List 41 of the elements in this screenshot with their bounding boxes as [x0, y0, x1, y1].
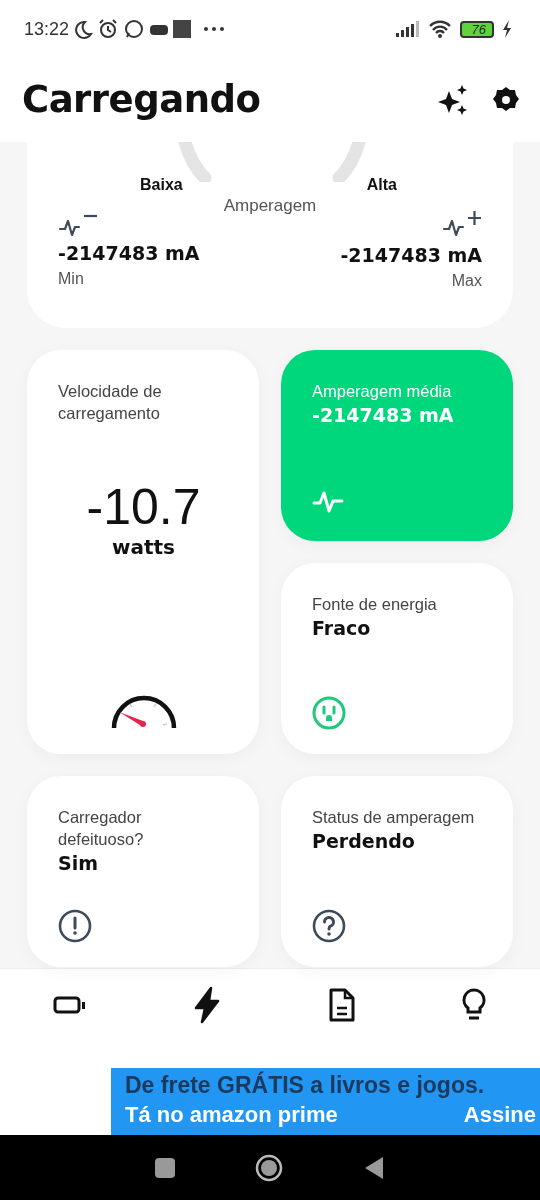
battery-level: 76	[459, 20, 494, 38]
exclamation-icon	[58, 909, 92, 943]
card-label: Velocidade de carregamento	[58, 381, 163, 424]
back-icon[interactable]	[363, 1155, 385, 1180]
moon-icon	[73, 19, 94, 39]
ad-tagline: Tá no amazon prime	[125, 1101, 338, 1129]
clock-time: 13:22	[24, 17, 70, 41]
card-label: Carregador defeituoso?	[58, 807, 145, 850]
reading-label: Max	[451, 271, 482, 291]
recent-apps-icon[interactable]	[155, 1157, 175, 1178]
speed-value: -10.7	[86, 482, 201, 532]
card-value: Sim	[58, 851, 99, 876]
home-icon[interactable]	[255, 1153, 283, 1182]
card-label: Status de amperagem	[312, 807, 476, 828]
reading-value: -2147483 mA	[340, 242, 482, 268]
square-icon	[173, 20, 192, 38]
ad-headline: De frete GRÁTIS a livros e jogos.	[125, 1070, 486, 1100]
sparkle-icon[interactable]	[438, 85, 468, 115]
settings-icon[interactable]	[492, 86, 520, 114]
document-icon[interactable]	[327, 987, 356, 1022]
reading-label: Min	[58, 269, 85, 289]
card-value: -2147483 mA	[312, 403, 455, 428]
card-label: Fonte de energia	[312, 594, 438, 615]
gauge-high-label: Alta	[366, 175, 397, 195]
wifi-icon	[427, 20, 452, 38]
charging-icon	[502, 20, 512, 38]
speed-unit: watts	[112, 535, 175, 559]
card-value: Perdendo	[312, 829, 416, 854]
reading-value: -2147483 mA	[58, 240, 200, 266]
card-value: Fraco	[312, 616, 372, 641]
lightbulb-icon[interactable]	[461, 987, 488, 1022]
gauge-low-label: Baixa	[140, 175, 183, 195]
card-label: Amperagem média	[312, 381, 453, 402]
chat-icon	[123, 18, 146, 40]
page-title: Carregando	[22, 77, 261, 123]
gauge-title: Amperagem	[223, 196, 317, 215]
ad-link[interactable]: Assine	[463, 1100, 536, 1130]
question-icon	[312, 909, 346, 943]
signal-icon	[395, 21, 420, 37]
outlet-icon	[312, 696, 346, 730]
more-icon	[203, 26, 226, 32]
